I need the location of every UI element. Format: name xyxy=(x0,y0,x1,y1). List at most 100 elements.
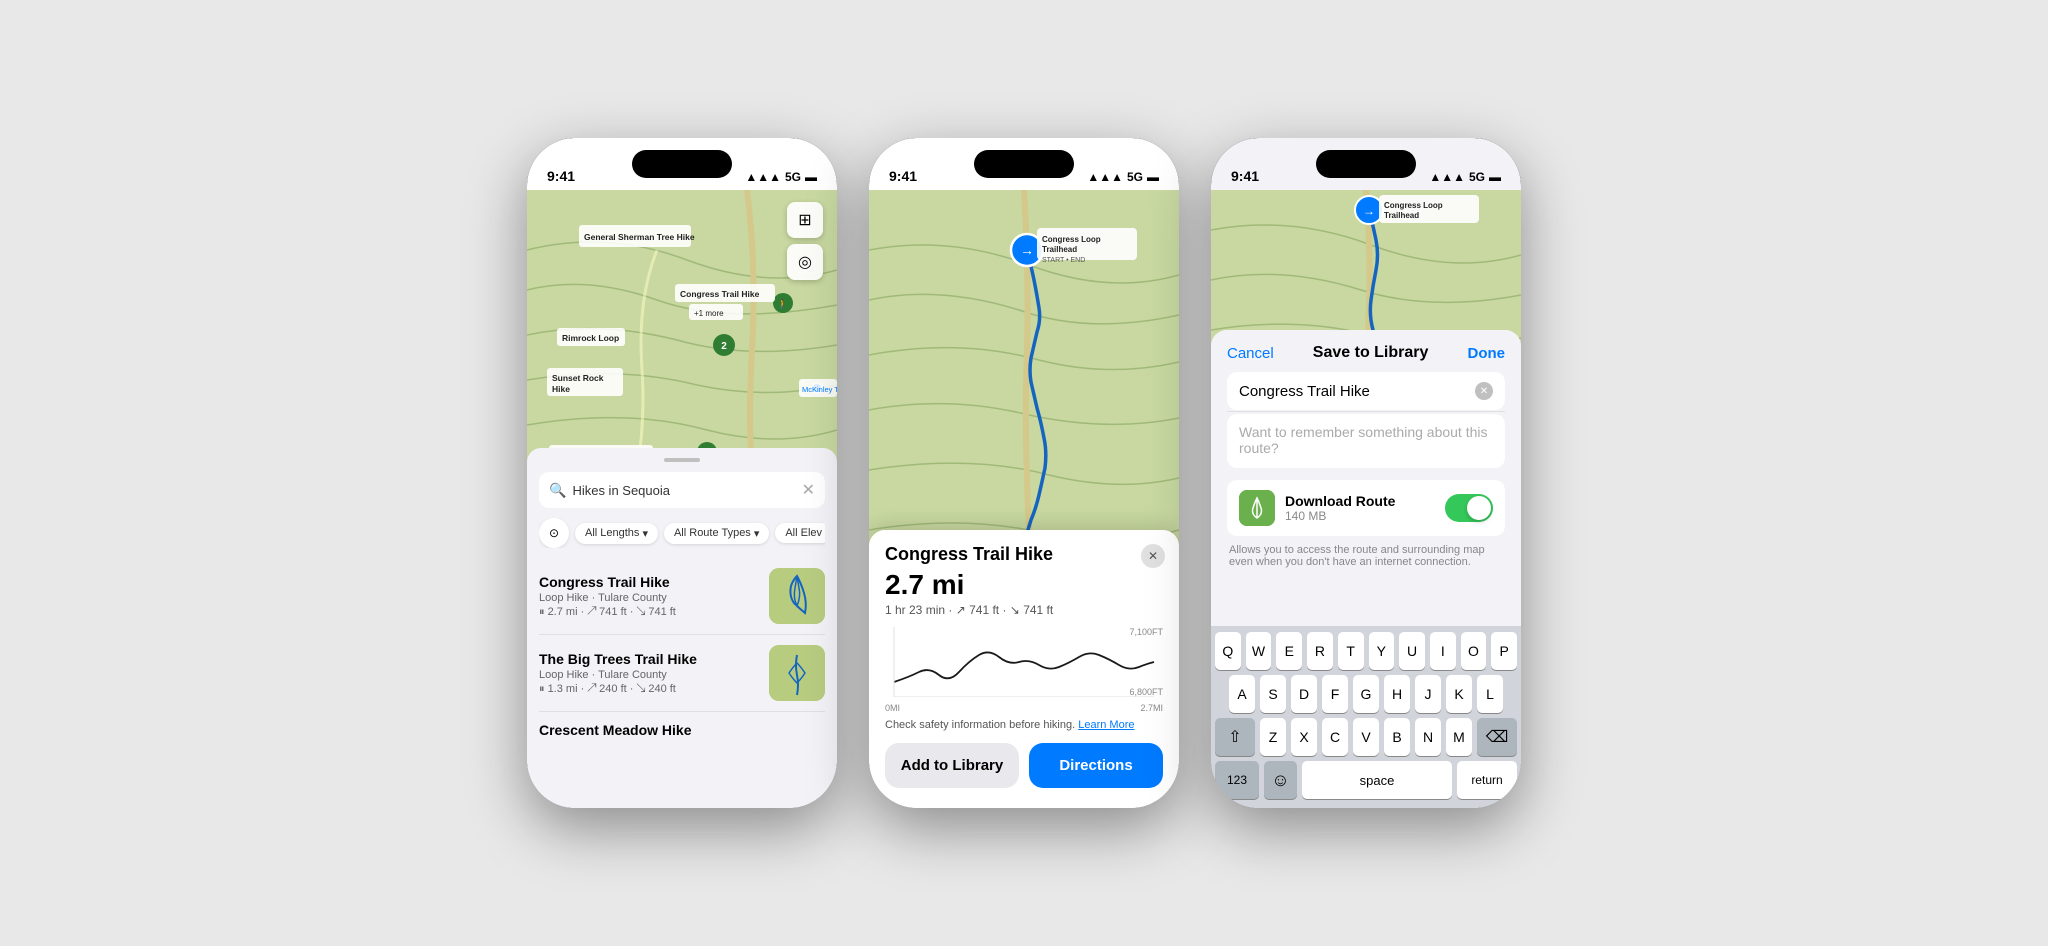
trail-thumb-0 xyxy=(769,568,825,624)
svg-text:Rimrock Loop: Rimrock Loop xyxy=(562,333,619,343)
key-p[interactable]: P xyxy=(1491,632,1517,670)
status-icons-2: ▲▲▲ 5G ▬ xyxy=(1087,170,1159,184)
key-s[interactable]: S xyxy=(1260,675,1286,713)
modal-title: Save to Library xyxy=(1313,344,1429,362)
key-v[interactable]: V xyxy=(1353,718,1379,756)
trail-thumb-1 xyxy=(769,645,825,701)
learn-more-link[interactable]: Learn More xyxy=(1078,719,1134,731)
status-time-2: 9:41 xyxy=(889,168,917,184)
key-h[interactable]: H xyxy=(1384,675,1410,713)
map-controls-p1: ⊞ ◎ xyxy=(787,202,823,280)
key-y[interactable]: Y xyxy=(1369,632,1395,670)
filter-lengths[interactable]: All Lengths ▾ xyxy=(575,523,658,544)
key-a[interactable]: A xyxy=(1229,675,1255,713)
download-size: 140 MB xyxy=(1285,509,1435,523)
key-o[interactable]: O xyxy=(1461,632,1487,670)
svg-text:🚶: 🚶 xyxy=(777,298,788,309)
elev-svg xyxy=(885,627,1163,697)
svg-text:→: → xyxy=(1363,204,1375,218)
notes-input[interactable]: Want to remember something about this ro… xyxy=(1227,414,1505,468)
trail-list-item-1[interactable]: The Big Trees Trail Hike Loop Hike · Tul… xyxy=(539,635,825,712)
battery-icon-1: ▬ xyxy=(805,170,817,184)
modal-done-btn[interactable]: Done xyxy=(1468,345,1506,362)
svg-text:Congress Loop: Congress Loop xyxy=(1042,235,1101,244)
key-x[interactable]: X xyxy=(1291,718,1317,756)
key-q[interactable]: Q xyxy=(1215,632,1241,670)
svg-text:Congress Trail Hike: Congress Trail Hike xyxy=(680,289,760,299)
add-to-library-btn[interactable]: Add to Library xyxy=(885,743,1019,788)
download-info: Download Route 140 MB xyxy=(1285,493,1435,523)
modal-cancel-btn[interactable]: Cancel xyxy=(1227,345,1274,362)
p1-content: 2 🚶 🚶 General Sherman Tree Hike Congress… xyxy=(527,190,837,808)
key-r[interactable]: R xyxy=(1307,632,1333,670)
svg-text:+1 more: +1 more xyxy=(694,309,724,318)
save-modal: Cancel Save to Library Done ✕ Want to re… xyxy=(1211,330,1521,808)
key-emoji[interactable]: ☺ xyxy=(1264,761,1297,799)
key-i[interactable]: I xyxy=(1430,632,1456,670)
key-backspace[interactable]: ⌫ xyxy=(1477,718,1517,756)
key-n[interactable]: N xyxy=(1415,718,1441,756)
p3-content: → Congress Loop Trailhead Cancel Save to… xyxy=(1211,190,1521,808)
key-m[interactable]: M xyxy=(1446,718,1472,756)
status-icons-3: ▲▲▲ 5G ▬ xyxy=(1429,170,1501,184)
key-f[interactable]: F xyxy=(1322,675,1348,713)
search-sheet: 🔍 ✕ ⊙ All Lengths ▾ All Route Types ▾ xyxy=(527,448,837,808)
name-input[interactable] xyxy=(1239,383,1475,400)
svg-text:Congress Loop: Congress Loop xyxy=(1384,201,1443,210)
action-buttons: Add to Library Directions xyxy=(885,743,1163,788)
search-input-1[interactable] xyxy=(572,483,795,498)
trail-detail-dist: 2.7 mi xyxy=(885,569,1163,601)
modal-body: ✕ Want to remember something about this … xyxy=(1211,372,1521,590)
key-row-3: ⇧ Z X C V B N M ⌫ xyxy=(1215,718,1517,756)
p2-content: → Congress Loop Trailhead START • END ✕ … xyxy=(869,190,1179,808)
search-icon-1: 🔍 xyxy=(549,482,566,499)
search-clear-btn[interactable]: ✕ xyxy=(802,480,815,500)
trail-list-item-2[interactable]: Crescent Meadow Hike xyxy=(539,712,825,748)
svg-text:Sunset Rock: Sunset Rock xyxy=(552,373,604,383)
map-layers-btn[interactable]: ⊞ xyxy=(787,202,823,238)
download-toggle[interactable] xyxy=(1445,494,1493,522)
key-123[interactable]: 123 xyxy=(1215,761,1259,799)
key-k[interactable]: K xyxy=(1446,675,1472,713)
safety-text: Check safety information before hiking. … xyxy=(885,719,1163,731)
key-w[interactable]: W xyxy=(1246,632,1272,670)
key-g[interactable]: G xyxy=(1353,675,1379,713)
key-c[interactable]: C xyxy=(1322,718,1348,756)
key-t[interactable]: T xyxy=(1338,632,1364,670)
filter-elev[interactable]: All Elev xyxy=(775,523,825,543)
key-return[interactable]: return xyxy=(1457,761,1517,799)
trail-list: Congress Trail Hike Loop Hike · Tulare C… xyxy=(539,558,825,748)
trail-list-item-0[interactable]: Congress Trail Hike Loop Hike · Tulare C… xyxy=(539,558,825,635)
key-l[interactable]: L xyxy=(1477,675,1503,713)
filter-types[interactable]: All Route Types ▾ xyxy=(664,523,769,544)
svg-text:START • END: START • END xyxy=(1042,257,1085,264)
sheet-close-btn[interactable]: ✕ xyxy=(1141,544,1165,568)
signal-icon-1: ▲▲▲ xyxy=(745,170,781,184)
dynamic-island-3 xyxy=(1316,150,1416,178)
elevation-chart: 7,100FT 6,800FT xyxy=(885,627,1163,697)
key-e[interactable]: E xyxy=(1276,632,1302,670)
filter-icon-btn[interactable]: ⊙ xyxy=(539,518,569,548)
phone-2: 9:41 ▲▲▲ 5G ▬ xyxy=(869,138,1179,808)
elev-labels-y: 7,100FT 6,800FT xyxy=(1129,627,1163,697)
phone-3: 9:41 ▲▲▲ 5G ▬ xyxy=(1211,138,1521,808)
search-bar[interactable]: 🔍 ✕ xyxy=(539,472,825,508)
key-b[interactable]: B xyxy=(1384,718,1410,756)
battery-icon-3: ▬ xyxy=(1489,170,1501,184)
clear-name-btn[interactable]: ✕ xyxy=(1475,382,1493,400)
sheet-handle-1 xyxy=(664,458,700,462)
key-row-1: Q W E R T Y U I O P xyxy=(1215,632,1517,670)
download-note: Allows you to access the route and surro… xyxy=(1227,544,1505,568)
phone-1: 9:41 ▲▲▲ 5G ▬ xyxy=(527,138,837,808)
key-z[interactable]: Z xyxy=(1260,718,1286,756)
key-shift[interactable]: ⇧ xyxy=(1215,718,1255,756)
key-space[interactable]: space xyxy=(1302,761,1452,799)
download-route-name: Download Route xyxy=(1285,493,1435,509)
directions-btn[interactable]: Directions xyxy=(1029,743,1163,788)
key-j[interactable]: J xyxy=(1415,675,1441,713)
key-d[interactable]: D xyxy=(1291,675,1317,713)
signal-icon-2: ▲▲▲ xyxy=(1087,170,1123,184)
location-btn[interactable]: ◎ xyxy=(787,244,823,280)
key-u[interactable]: U xyxy=(1399,632,1425,670)
toggle-knob xyxy=(1467,496,1491,520)
